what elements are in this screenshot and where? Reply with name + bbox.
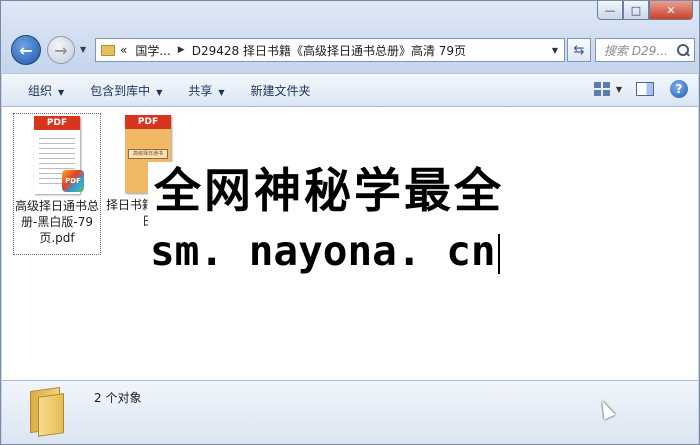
watermark-url-line: sm. nayona. cn [150,224,500,278]
breadcrumb-overflow[interactable]: « [120,43,127,57]
pdf-file-icon: PDF PDF [34,116,84,194]
watermark-title: 全网神秘学最全 [154,164,504,219]
minimize-button[interactable]: — [597,1,623,20]
refresh-button[interactable]: ⇆ [567,38,591,62]
include-in-library-menu[interactable]: 包含到库中 ▼ [90,82,162,99]
organize-label: 组织 [28,83,53,98]
chevron-down-icon: ▼ [58,87,65,97]
pdf-band: PDF [125,115,171,129]
folder-icon [28,386,68,437]
back-button[interactable]: ← [11,35,41,65]
file-item[interactable]: PDF PDF 高级择日通书总册-黑白版-79页.pdf [13,113,101,255]
recent-pages-dropdown[interactable]: ▼ [80,45,86,54]
folder-icon [101,44,115,56]
command-bar: 组织 ▼ 包含到库中 ▼ 共享 ▼ 新建文件夹 ▼ ? [2,73,698,107]
search-icon[interactable] [676,43,690,57]
share-menu[interactable]: 共享 ▼ [188,82,224,99]
close-button[interactable]: ✕ [649,1,693,20]
chevron-down-icon: ▼ [156,87,163,97]
caption-buttons: — □ ✕ [597,1,693,20]
details-pane: 2 个对象 [2,380,698,444]
navigation-bar: ← → ▼ « 国学... ▶ D29428 择日书籍《高级择日通书总册》高清 … [9,35,695,65]
organize-menu[interactable]: 组织 ▼ [28,82,64,99]
include-in-library-label: 包含到库中 [90,83,151,98]
maximize-button[interactable]: □ [623,1,649,20]
text-caret [497,234,500,274]
address-dropdown-icon[interactable]: ▼ [546,46,564,55]
pdf-app-badge-icon: PDF [62,170,84,192]
help-icon[interactable]: ? [670,80,688,98]
search-box[interactable]: 搜索 D29... [595,38,695,62]
share-label: 共享 [188,83,213,98]
toolbar-right: ▼ ? [593,80,688,98]
new-folder-button[interactable]: 新建文件夹 [251,82,311,99]
view-options-dropdown[interactable]: ▼ [616,85,622,94]
watermark-url: sm. nayona. cn [150,227,496,275]
refresh-icon: ⇆ [573,42,585,58]
breadcrumb-item[interactable]: 国学... [135,42,170,59]
item-count: 2 个对象 [94,391,142,405]
address-bar[interactable]: « 国学... ▶ D29428 择日书籍《高级择日通书总册》高清 79页 ▼ [95,38,565,62]
forward-button[interactable]: → [47,36,75,64]
cover-title: 高级择日通书 [128,149,168,159]
preview-pane-icon[interactable] [636,82,654,96]
chevron-down-icon: ▼ [218,87,225,97]
file-name[interactable]: 高级择日通书总册-黑白版-79页.pdf [14,198,100,246]
pdf-band: PDF [34,116,80,130]
breadcrumb-item-current[interactable]: D29428 择日书籍《高级择日通书总册》高清 79页 [192,42,466,59]
search-input[interactable]: 搜索 D29... [604,42,674,59]
breadcrumb-separator-icon[interactable]: ▶ [178,45,185,55]
change-view-icon[interactable] [593,82,610,96]
watermark-overlay: 全网神秘学最全 sm. nayona. cn [148,162,553,284]
